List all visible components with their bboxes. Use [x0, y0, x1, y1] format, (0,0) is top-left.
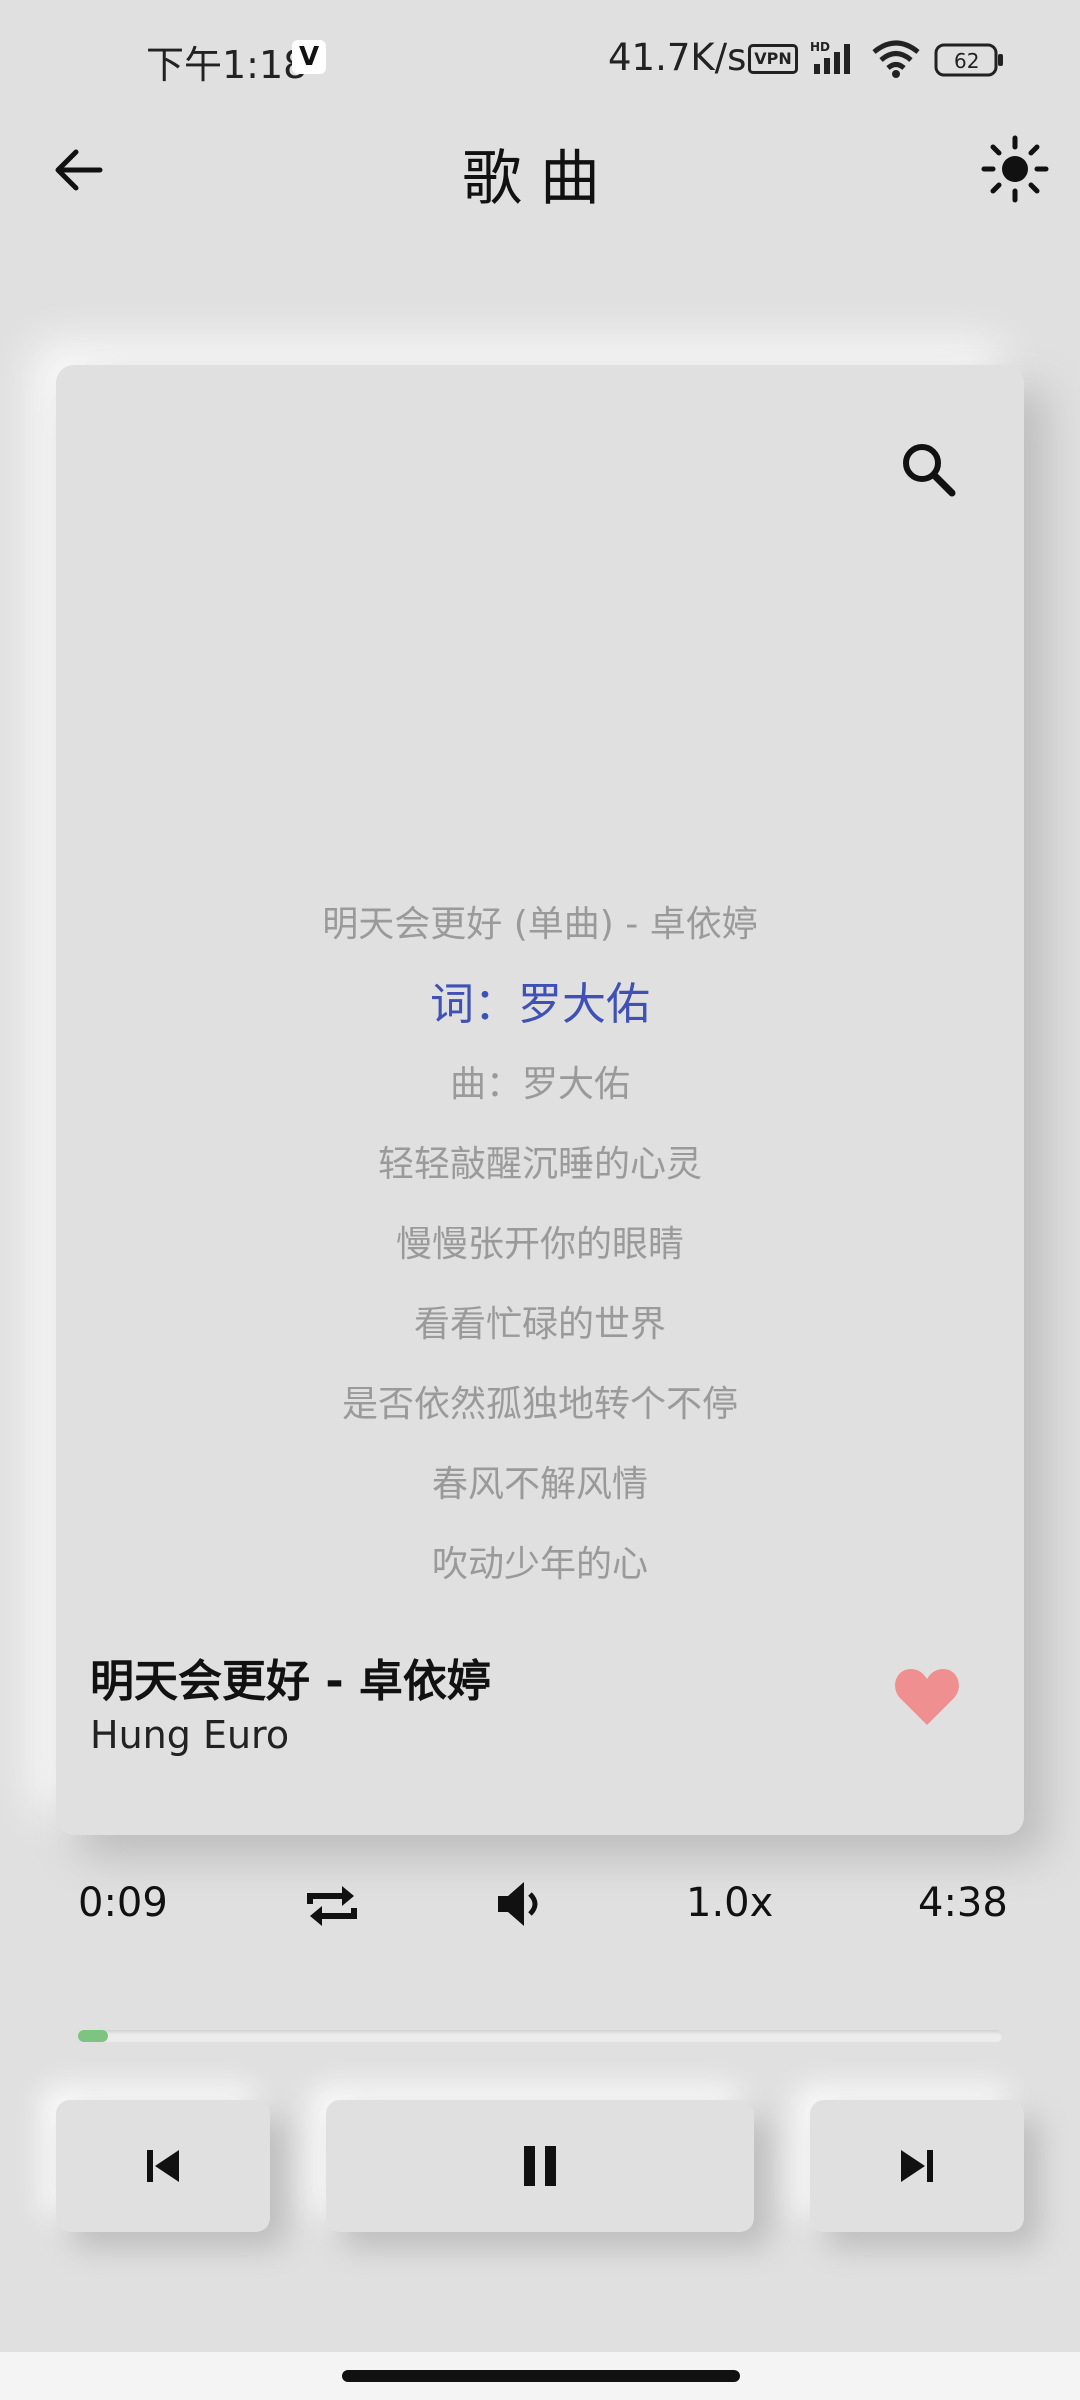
- lyric-line[interactable]: 看看忙碌的世界: [56, 1285, 1024, 1365]
- lyric-line[interactable]: 吹动少年的心: [56, 1525, 1024, 1605]
- vpn-icon: VPN: [748, 44, 798, 74]
- pause-icon: [524, 2146, 556, 2186]
- lyric-line[interactable]: 慢慢张开你的眼睛: [56, 1205, 1024, 1285]
- lyrics-list[interactable]: 明天会更好 (单曲) - 卓依婷 词：罗大佑 曲：罗大佑 轻轻敲醒沉睡的心灵 慢…: [56, 885, 1024, 1605]
- search-icon[interactable]: [894, 435, 964, 505]
- lyric-line[interactable]: 轻轻敲醒沉睡的心灵: [56, 1125, 1024, 1205]
- signal-icon: HD: [810, 40, 850, 74]
- progress-fill: [78, 2030, 108, 2042]
- status-time: 下午1:18: [146, 43, 308, 87]
- sun-icon[interactable]: [980, 134, 1050, 204]
- lyric-line[interactable]: 曲：罗大佑: [56, 1045, 1024, 1125]
- lyric-line[interactable]: 春风不解风情: [56, 1445, 1024, 1525]
- wifi-icon: [872, 40, 920, 78]
- volume-icon[interactable]: [494, 1876, 544, 1932]
- playback-info-row: 0:09 1.0x 4:38: [0, 1870, 1080, 1950]
- previous-button[interactable]: [56, 2100, 270, 2232]
- track-title: 明天会更好 - 卓依婷: [90, 1656, 491, 1707]
- battery-icon: 62: [934, 43, 1003, 77]
- network-speed: 41.7K/s: [608, 36, 747, 79]
- repeat-icon[interactable]: [300, 1874, 364, 1938]
- next-button[interactable]: [810, 2100, 1024, 2232]
- heart-icon[interactable]: [892, 1665, 962, 1729]
- lyric-line[interactable]: 明天会更好 (单曲) - 卓依婷: [56, 885, 1024, 965]
- skip-previous-icon: [147, 2150, 179, 2182]
- current-time: 0:09: [78, 1880, 168, 1926]
- track-artist: Hung Euro: [90, 1713, 290, 1757]
- status-bar: 下午1:18 V 41.7K/s VPN HD 62: [0, 0, 1080, 120]
- battery-level: 62: [954, 49, 979, 73]
- app-notification-icon: V: [292, 40, 326, 74]
- lyric-line[interactable]: 是否依然孤独地转个不停: [56, 1365, 1024, 1445]
- pause-button[interactable]: [326, 2100, 754, 2232]
- lyric-line-current[interactable]: 词：罗大佑: [56, 965, 1024, 1045]
- total-time: 4:38: [918, 1880, 1008, 1926]
- signal-hd-label: HD: [810, 40, 830, 54]
- playback-speed[interactable]: 1.0x: [686, 1880, 773, 1926]
- page-title: 歌曲: [462, 144, 618, 214]
- skip-next-icon: [901, 2150, 933, 2182]
- progress-bar[interactable]: [78, 2030, 1002, 2042]
- home-indicator[interactable]: [342, 2370, 740, 2382]
- app-bar: 歌曲: [0, 110, 1080, 230]
- lyrics-card: 明天会更好 (单曲) - 卓依婷 词：罗大佑 曲：罗大佑 轻轻敲醒沉睡的心灵 慢…: [56, 365, 1024, 1835]
